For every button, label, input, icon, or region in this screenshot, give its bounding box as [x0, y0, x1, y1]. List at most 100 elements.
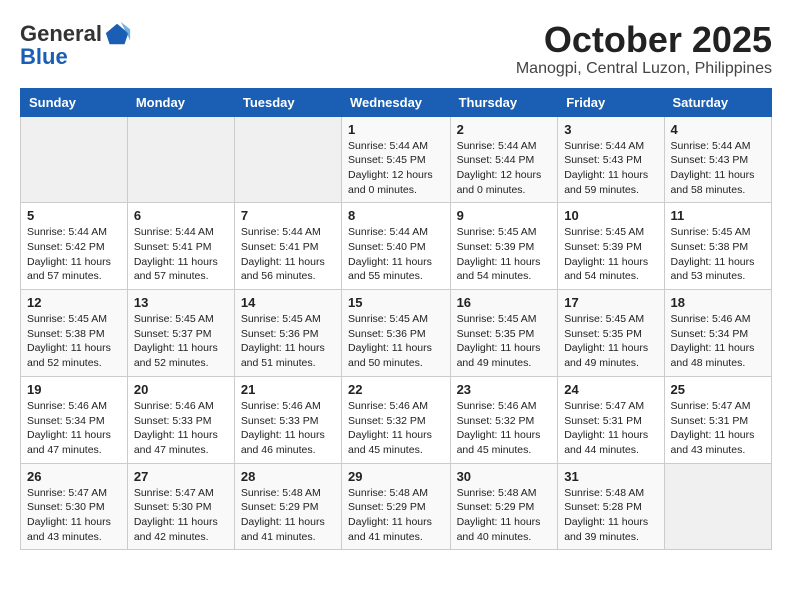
- calendar-cell: 17 Sunrise: 5:45 AM Sunset: 5:35 PM Dayli…: [558, 290, 664, 377]
- calendar-cell: 22 Sunrise: 5:46 AM Sunset: 5:32 PM Dayli…: [342, 376, 451, 463]
- day-info: Sunrise: 5:45 AM Sunset: 5:36 PM Dayligh…: [241, 312, 335, 371]
- calendar-cell: 25Sunrise: 5:47 AM Sunset: 5:31 PM Dayli…: [664, 376, 771, 463]
- day-number: 9: [457, 208, 552, 223]
- calendar-cell: 11 Sunrise: 5:45 AM Sunset: 5:38 PM Dayli…: [664, 203, 771, 290]
- weekday-header-monday: Monday: [127, 88, 234, 116]
- day-number: 20: [134, 382, 228, 397]
- day-info: Sunrise: 5:46 AM Sunset: 5:33 PM Dayligh…: [241, 399, 335, 458]
- day-info: Sunrise: 5:47 AM Sunset: 5:31 PM Dayligh…: [564, 399, 657, 458]
- day-number: 31: [564, 469, 657, 484]
- day-info: Sunrise: 5:44 AM Sunset: 5:41 PM Dayligh…: [241, 225, 335, 284]
- calendar-cell: 15 Sunrise: 5:45 AM Sunset: 5:36 PM Dayli…: [342, 290, 451, 377]
- calendar-cell: 13 Sunrise: 5:45 AM Sunset: 5:37 PM Dayli…: [127, 290, 234, 377]
- day-number: 11: [671, 208, 765, 223]
- day-info: Sunrise: 5:45 AM Sunset: 5:39 PM Dayligh…: [457, 225, 552, 284]
- calendar-cell: 24 Sunrise: 5:47 AM Sunset: 5:31 PM Dayli…: [558, 376, 664, 463]
- day-info: Sunrise: 5:45 AM Sunset: 5:38 PM Dayligh…: [671, 225, 765, 284]
- calendar-week-2: 5 Sunrise: 5:44 AM Sunset: 5:42 PM Daylig…: [21, 203, 772, 290]
- day-number: 16: [457, 295, 552, 310]
- calendar-week-4: 19Sunrise: 5:46 AM Sunset: 5:34 PM Dayli…: [21, 376, 772, 463]
- calendar-cell: 3 Sunrise: 5:44 AM Sunset: 5:43 PM Daylig…: [558, 116, 664, 203]
- calendar-cell: 4 Sunrise: 5:44 AM Sunset: 5:43 PM Daylig…: [664, 116, 771, 203]
- day-number: 7: [241, 208, 335, 223]
- day-info: Sunrise: 5:47 AM Sunset: 5:30 PM Dayligh…: [134, 486, 228, 545]
- day-number: 18: [671, 295, 765, 310]
- calendar-table: SundayMondayTuesdayWednesdayThursdayFrid…: [20, 88, 772, 551]
- day-number: 23: [457, 382, 552, 397]
- day-number: 27: [134, 469, 228, 484]
- location-subtitle: Manogpi, Central Luzon, Philippines: [516, 60, 772, 78]
- page-header: General Blue October 2025 Manogpi, Centr…: [20, 20, 772, 78]
- day-number: 28: [241, 469, 335, 484]
- day-info: Sunrise: 5:44 AM Sunset: 5:40 PM Dayligh…: [348, 225, 444, 284]
- day-number: 12: [27, 295, 121, 310]
- day-number: 10: [564, 208, 657, 223]
- day-info: Sunrise: 5:44 AM Sunset: 5:41 PM Dayligh…: [134, 225, 228, 284]
- calendar-cell: 18Sunrise: 5:46 AM Sunset: 5:34 PM Dayli…: [664, 290, 771, 377]
- calendar-cell: 21 Sunrise: 5:46 AM Sunset: 5:33 PM Dayli…: [234, 376, 341, 463]
- calendar-cell: 16Sunrise: 5:45 AM Sunset: 5:35 PM Dayli…: [450, 290, 558, 377]
- day-number: 24: [564, 382, 657, 397]
- day-info: Sunrise: 5:44 AM Sunset: 5:45 PM Dayligh…: [348, 139, 444, 198]
- day-info: Sunrise: 5:46 AM Sunset: 5:32 PM Dayligh…: [348, 399, 444, 458]
- day-number: 26: [27, 469, 121, 484]
- weekday-header-thursday: Thursday: [450, 88, 558, 116]
- day-number: 22: [348, 382, 444, 397]
- day-info: Sunrise: 5:48 AM Sunset: 5:29 PM Dayligh…: [348, 486, 444, 545]
- weekday-header-friday: Friday: [558, 88, 664, 116]
- day-number: 5: [27, 208, 121, 223]
- calendar-cell: 30 Sunrise: 5:48 AM Sunset: 5:29 PM Dayli…: [450, 463, 558, 550]
- calendar-cell: [127, 116, 234, 203]
- day-info: Sunrise: 5:45 AM Sunset: 5:37 PM Dayligh…: [134, 312, 228, 371]
- day-number: 4: [671, 122, 765, 137]
- calendar-cell: [664, 463, 771, 550]
- day-info: Sunrise: 5:46 AM Sunset: 5:34 PM Dayligh…: [27, 399, 121, 458]
- calendar-cell: 2 Sunrise: 5:44 AM Sunset: 5:44 PM Daylig…: [450, 116, 558, 203]
- title-block: October 2025 Manogpi, Central Luzon, Phi…: [516, 20, 772, 78]
- month-title: October 2025: [516, 20, 772, 60]
- day-info: Sunrise: 5:48 AM Sunset: 5:29 PM Dayligh…: [457, 486, 552, 545]
- day-info: Sunrise: 5:44 AM Sunset: 5:42 PM Dayligh…: [27, 225, 121, 284]
- weekday-header-wednesday: Wednesday: [342, 88, 451, 116]
- day-info: Sunrise: 5:44 AM Sunset: 5:43 PM Dayligh…: [671, 139, 765, 198]
- calendar-header-row: SundayMondayTuesdayWednesdayThursdayFrid…: [21, 88, 772, 116]
- calendar-cell: 1 Sunrise: 5:44 AM Sunset: 5:45 PM Daylig…: [342, 116, 451, 203]
- day-number: 3: [564, 122, 657, 137]
- calendar-cell: 27 Sunrise: 5:47 AM Sunset: 5:30 PM Dayli…: [127, 463, 234, 550]
- calendar-cell: 28Sunrise: 5:48 AM Sunset: 5:29 PM Dayli…: [234, 463, 341, 550]
- day-info: Sunrise: 5:45 AM Sunset: 5:36 PM Dayligh…: [348, 312, 444, 371]
- calendar-cell: 14Sunrise: 5:45 AM Sunset: 5:36 PM Dayli…: [234, 290, 341, 377]
- weekday-header-tuesday: Tuesday: [234, 88, 341, 116]
- calendar-cell: [21, 116, 128, 203]
- calendar-cell: [234, 116, 341, 203]
- calendar-cell: 23 Sunrise: 5:46 AM Sunset: 5:32 PM Dayli…: [450, 376, 558, 463]
- day-info: Sunrise: 5:44 AM Sunset: 5:43 PM Dayligh…: [564, 139, 657, 198]
- day-number: 1: [348, 122, 444, 137]
- day-number: 15: [348, 295, 444, 310]
- day-number: 21: [241, 382, 335, 397]
- day-info: Sunrise: 5:45 AM Sunset: 5:38 PM Dayligh…: [27, 312, 121, 371]
- day-number: 6: [134, 208, 228, 223]
- calendar-week-5: 26 Sunrise: 5:47 AM Sunset: 5:30 PM Dayli…: [21, 463, 772, 550]
- logo-icon: [104, 20, 132, 48]
- day-info: Sunrise: 5:44 AM Sunset: 5:44 PM Dayligh…: [457, 139, 552, 198]
- day-number: 29: [348, 469, 444, 484]
- calendar-cell: 29 Sunrise: 5:48 AM Sunset: 5:29 PM Dayli…: [342, 463, 451, 550]
- day-number: 8: [348, 208, 444, 223]
- calendar-cell: 9 Sunrise: 5:45 AM Sunset: 5:39 PM Daylig…: [450, 203, 558, 290]
- calendar-cell: 31 Sunrise: 5:48 AM Sunset: 5:28 PM Dayli…: [558, 463, 664, 550]
- day-number: 2: [457, 122, 552, 137]
- calendar-cell: 6 Sunrise: 5:44 AM Sunset: 5:41 PM Daylig…: [127, 203, 234, 290]
- calendar-cell: 10Sunrise: 5:45 AM Sunset: 5:39 PM Dayli…: [558, 203, 664, 290]
- calendar-week-3: 12 Sunrise: 5:45 AM Sunset: 5:38 PM Dayli…: [21, 290, 772, 377]
- day-number: 17: [564, 295, 657, 310]
- calendar-cell: 26Sunrise: 5:47 AM Sunset: 5:30 PM Dayli…: [21, 463, 128, 550]
- calendar-cell: 12 Sunrise: 5:45 AM Sunset: 5:38 PM Dayli…: [21, 290, 128, 377]
- day-info: Sunrise: 5:46 AM Sunset: 5:32 PM Dayligh…: [457, 399, 552, 458]
- day-number: 13: [134, 295, 228, 310]
- day-info: Sunrise: 5:45 AM Sunset: 5:35 PM Dayligh…: [564, 312, 657, 371]
- logo: General Blue: [20, 20, 132, 70]
- day-number: 30: [457, 469, 552, 484]
- weekday-header-saturday: Saturday: [664, 88, 771, 116]
- day-info: Sunrise: 5:48 AM Sunset: 5:28 PM Dayligh…: [564, 486, 657, 545]
